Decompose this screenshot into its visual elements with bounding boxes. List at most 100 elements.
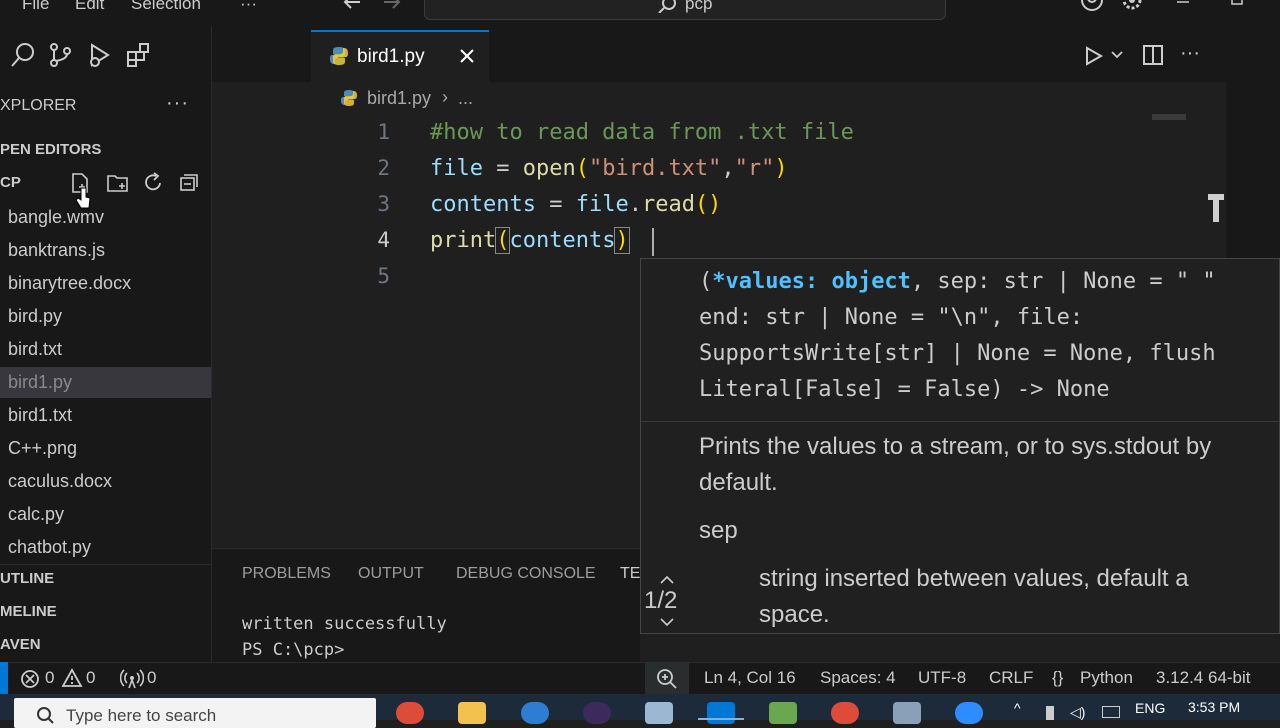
chrome-icon[interactable] — [396, 702, 424, 724]
signature-help-popup[interactable]: (*values: object, sep: str | None = " " … — [640, 258, 1280, 634]
gear-icon[interactable] — [1120, 0, 1144, 14]
scrollbar-marker — [1213, 196, 1219, 222]
maven-header[interactable]: AVEN — [0, 636, 41, 653]
minimap[interactable] — [1152, 114, 1186, 120]
search-icon[interactable] — [10, 42, 36, 68]
tab-label: bird1.py — [357, 46, 425, 67]
token: () — [694, 192, 722, 217]
language-braces-icon[interactable]: {} — [1052, 668, 1063, 688]
editor-more-icon[interactable]: ··· — [1180, 42, 1200, 65]
keyboard-icon[interactable] — [1102, 706, 1120, 718]
file-explorer-icon[interactable] — [458, 702, 486, 724]
cursor-position[interactable]: Ln 4, Col 16 — [704, 668, 796, 688]
vscode-icon[interactable] — [707, 702, 735, 724]
notepad-icon[interactable] — [769, 702, 797, 724]
chevron-down-icon[interactable] — [659, 617, 675, 627]
file-item[interactable]: chatbot.py — [8, 537, 91, 558]
menu-file[interactable]: File — [22, 0, 49, 14]
eclipse-icon[interactable] — [583, 702, 611, 724]
clock-time[interactable]: 3:53 PM — [1188, 699, 1240, 715]
collapse-all-icon[interactable] — [178, 172, 200, 194]
doc-text: Prints the values to a stream, or to sys… — [699, 433, 1212, 460]
terminal-line: written successfully — [242, 614, 447, 634]
refresh-icon[interactable] — [142, 172, 164, 194]
close-icon[interactable] — [459, 48, 475, 64]
code-line-1[interactable]: #how to read data from .txt file — [430, 120, 854, 145]
line-ending[interactable]: CRLF — [989, 668, 1033, 688]
token: ( — [495, 227, 511, 254]
indentation[interactable]: Spaces: 4 — [820, 668, 896, 688]
token: = — [535, 192, 576, 217]
error-count[interactable]: 0 — [45, 668, 54, 688]
app-icon[interactable] — [645, 702, 673, 724]
menu-selection[interactable]: Selection — [131, 0, 201, 14]
extensions-icon[interactable] — [126, 42, 152, 68]
code-line-4[interactable]: print(contents) — [430, 227, 630, 254]
open-editors-header[interactable]: PEN EDITORS — [0, 141, 101, 158]
file-item[interactable]: caculus.docx — [8, 471, 112, 492]
python-interpreter[interactable]: 3.12.4 64-bit — [1156, 668, 1251, 688]
file-item[interactable]: C++.png — [8, 438, 77, 459]
outline-header[interactable]: UTLINE — [0, 570, 54, 587]
tray-chevron-icon[interactable]: ^ — [1014, 700, 1021, 716]
command-center[interactable]: pcp — [424, 0, 946, 20]
back-arrow-icon[interactable] — [342, 0, 362, 12]
file-item-active[interactable]: bird1.py — [8, 372, 72, 393]
code-line-3[interactable]: contents = file.read() — [430, 192, 721, 217]
python-file-icon — [330, 47, 348, 65]
chevron-up-icon[interactable] — [659, 575, 675, 585]
split-editor-icon[interactable] — [1142, 44, 1164, 66]
error-icon[interactable] — [20, 669, 40, 689]
code-line-2[interactable]: file = open("bird.txt","r") — [430, 156, 788, 181]
file-item[interactable]: bird1.txt — [8, 405, 72, 426]
chevron-down-icon[interactable] — [1110, 50, 1124, 60]
explorer-more-icon[interactable]: ··· — [166, 92, 189, 115]
language-mode[interactable]: Python — [1080, 668, 1133, 688]
tab-terminal[interactable]: TE — [620, 565, 640, 583]
file-item[interactable]: banktrans.js — [8, 240, 105, 261]
chrome-icon[interactable] — [831, 702, 859, 724]
app-icon[interactable] — [893, 702, 921, 724]
timeline-header[interactable]: MELINE — [0, 603, 57, 620]
new-folder-icon[interactable] — [106, 172, 130, 194]
folder-header[interactable]: CP — [0, 174, 21, 191]
token: ) — [774, 156, 788, 181]
ports-count[interactable]: 0 — [147, 668, 156, 688]
account-icon[interactable] — [1080, 0, 1104, 14]
tab-output[interactable]: OUTPUT — [358, 565, 424, 583]
signature-line-2: end: str | None = "\n", file: — [699, 305, 1084, 330]
input-language[interactable]: ENG — [1135, 700, 1165, 716]
tab-bird1-py[interactable]: bird1.py — [311, 30, 489, 84]
terminal-prompt[interactable]: PS C:\pcp> — [242, 640, 344, 660]
warning-icon[interactable] — [61, 668, 83, 688]
app-icon[interactable] — [521, 702, 549, 724]
zoom-app-icon[interactable] — [955, 702, 983, 724]
warning-count[interactable]: 0 — [86, 668, 95, 688]
volume-icon[interactable]: ◁) — [1070, 704, 1085, 721]
remote-indicator[interactable] — [0, 662, 8, 694]
broadcast-icon[interactable] — [120, 669, 144, 689]
run-debug-icon[interactable] — [86, 42, 112, 68]
file-item[interactable]: bird.txt — [8, 339, 62, 360]
file-item[interactable]: bangle.wmv — [8, 207, 104, 228]
param-doc: space. — [759, 601, 830, 628]
token: . — [628, 192, 642, 217]
minimize-icon[interactable] — [1176, 0, 1190, 8]
source-control-icon[interactable] — [48, 42, 74, 68]
tab-debug-console[interactable]: DEBUG CONSOLE — [456, 565, 596, 583]
text-cursor — [652, 228, 654, 256]
tab-problems[interactable]: PROBLEMS — [242, 565, 331, 583]
menu-more[interactable]: ··· — [240, 0, 257, 14]
breadcrumb-file[interactable]: bird1.py — [367, 88, 431, 109]
battery-icon[interactable] — [1046, 706, 1054, 720]
encoding[interactable]: UTF-8 — [918, 668, 966, 688]
forward-arrow-icon[interactable] — [382, 0, 402, 12]
restore-icon[interactable] — [1230, 0, 1244, 8]
breadcrumb-more[interactable]: ... — [458, 88, 473, 109]
file-item[interactable]: bird.py — [8, 306, 62, 327]
file-item[interactable]: binarytree.docx — [8, 273, 131, 294]
taskbar-search[interactable]: Type here to search — [14, 698, 376, 728]
file-item[interactable]: calc.py — [8, 504, 64, 525]
menu-edit[interactable]: Edit — [75, 0, 104, 14]
run-icon[interactable] — [1084, 46, 1104, 66]
